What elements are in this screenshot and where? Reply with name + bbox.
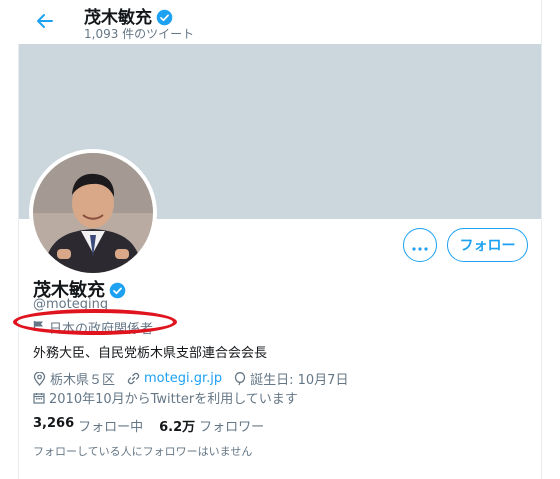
calendar-icon	[33, 392, 45, 404]
verified-badge-icon	[156, 9, 173, 26]
highlight-ellipse	[13, 309, 177, 335]
more-options-button[interactable]	[403, 228, 437, 262]
profile-location: 栃木県５区	[50, 373, 116, 388]
profile-stats: 3,266 フォロー中 6.2万 フォロワー	[33, 416, 280, 435]
following-label[interactable]: フォロー中	[78, 416, 143, 435]
followers-you-know-note: フォローしている人にフォロワーはいません	[33, 445, 253, 458]
profile-birthday: 誕生日: 10月7日	[250, 373, 349, 388]
avatar[interactable]	[29, 149, 157, 277]
following-count[interactable]: 3,266	[33, 416, 74, 435]
verified-badge-icon	[109, 282, 126, 299]
followers-count[interactable]: 6.2万	[159, 416, 195, 435]
link-icon	[127, 372, 140, 385]
location-icon	[33, 371, 46, 386]
followers-label[interactable]: フォロワー	[199, 416, 264, 435]
follow-button[interactable]: フォロー	[447, 228, 528, 262]
back-arrow-icon[interactable]	[34, 10, 56, 32]
column-border-right	[541, 0, 542, 479]
profile-joined: 2010年10月からTwitterを利用しています	[49, 392, 298, 407]
balloon-icon	[234, 371, 246, 386]
profile-meta: 栃木県５区 motegi.gr.jp 誕生日: 10月7日	[33, 369, 348, 388]
profile-joined-row: 2010年10月からTwitterを利用しています	[33, 388, 298, 407]
more-icon	[412, 236, 428, 255]
profile-website-link[interactable]: motegi.gr.jp	[144, 371, 222, 386]
profile-bio: 外務大臣、自民党栃木県支部連合会会長	[33, 346, 268, 361]
tweet-count: 1,093 件のツイート	[84, 27, 195, 41]
